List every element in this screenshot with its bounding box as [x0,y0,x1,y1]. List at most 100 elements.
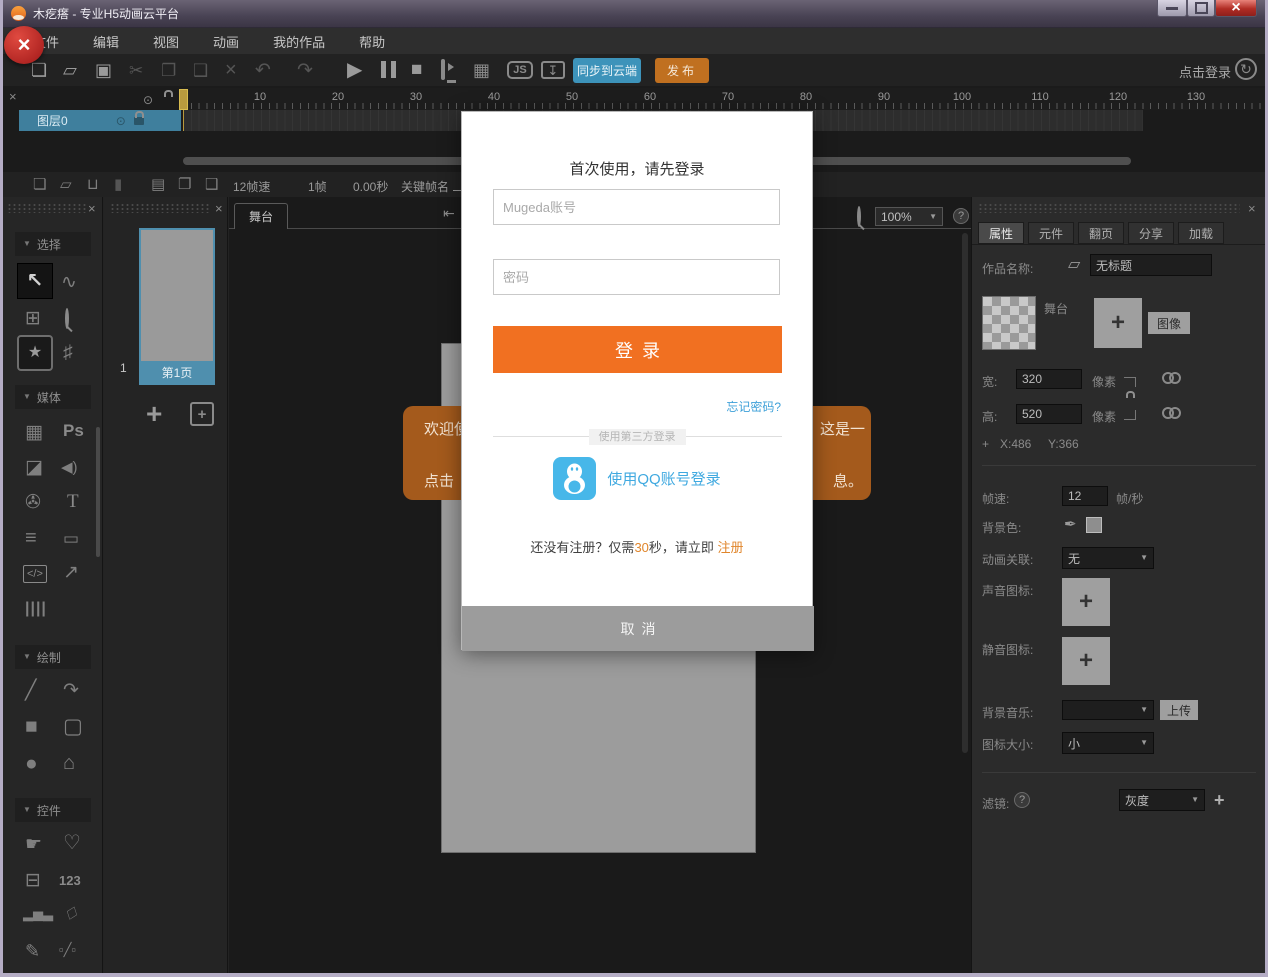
layer-row[interactable]: 图层0 ⊙ [19,110,181,131]
sync-to-cloud-button[interactable]: 同步到云端 [573,58,641,83]
like-heart-icon[interactable]: ♡ [63,833,81,853]
fit-width-icon[interactable]: ⇤ [443,206,455,220]
image-media-icon[interactable]: ◪ [25,458,43,477]
anim-link-select[interactable]: 无 ▼ [1062,547,1154,569]
save-icon[interactable]: ▣ [95,61,112,79]
zoom-level-select[interactable]: 100% ▼ [875,207,943,226]
layer-folder-icon[interactable]: ▱ [60,177,72,192]
audio-media-icon[interactable]: ◀) [61,460,78,475]
height-input[interactable]: 520 [1016,404,1082,424]
register-link[interactable]: 注册 [718,540,744,555]
open-folder-icon[interactable]: ▱ [63,61,77,79]
package-export-icon[interactable]: ↧ [541,61,565,79]
layer-lock-icon[interactable] [134,117,144,125]
section-select-header[interactable]: ▼ 选择 [15,232,91,256]
menu-item-view[interactable]: 视图 [153,32,179,51]
paste-icon[interactable]: ❑ [193,62,208,79]
layer-eye-icon[interactable]: ⊙ [116,114,126,128]
menu-item-my-works[interactable]: 我的作品 [273,32,325,51]
preview-monitor-icon[interactable] [441,59,445,80]
mask-tool[interactable]: ★ [17,335,53,371]
tab-share[interactable]: 分享 [1128,222,1174,244]
work-name-input[interactable] [1090,254,1212,276]
properties-drag-strip[interactable] [978,203,1240,213]
copy-frames-icon[interactable]: ❑ [205,177,218,192]
curve-tool-icon[interactable]: ↷ [63,681,79,700]
line-tool-icon[interactable]: ╱ [25,681,36,700]
bg-color-swatch[interactable] [1086,517,1102,533]
new-file-icon[interactable]: ❏ [31,61,47,79]
circle-tool-icon[interactable]: ● [25,753,38,774]
canvas-zoom-icon[interactable] [857,206,861,227]
timeline-ruler[interactable]: 10 20 30 40 50 60 70 80 90 100 110 120 1… [183,88,1265,110]
layers-eye-icon[interactable]: ⊙ [143,93,153,107]
chart-tool-icon[interactable]: ↗ [63,563,79,582]
delete-icon[interactable]: × [225,60,237,80]
mute-icon-add-button[interactable]: + [1062,637,1110,685]
pause-icon[interactable] [381,61,396,78]
qrcode-icon[interactable]: ▦ [473,61,490,79]
tab-loading[interactable]: 加载 [1178,222,1224,244]
pages-panel-drag-strip[interactable] [110,203,210,213]
work-folder-icon[interactable]: ▱ [1068,257,1080,273]
play-icon[interactable]: ▶ [347,60,362,80]
tab-components[interactable]: 元件 [1028,222,1074,244]
notification-close-badge[interactable]: × [4,26,44,64]
pages-panel-close-icon[interactable]: × [215,202,223,215]
components-grid-icon[interactable]: ▦ [25,423,43,442]
video-media-icon[interactable]: ✇ [25,493,41,512]
click-login-label[interactable]: 点击登录 [1179,62,1231,81]
rectangle-tool-icon[interactable]: ■ [25,716,38,737]
lasso-tool-icon[interactable]: ∿ [61,273,77,292]
cut-icon[interactable]: ✂ [129,62,143,79]
section-draw-header[interactable]: ▼ 绘制 [15,645,91,669]
filter-help-icon[interactable]: ? [1014,792,1030,808]
select-tool[interactable]: ↖ [17,263,53,299]
stop-icon[interactable]: ■ [411,60,422,79]
filter-select[interactable]: 灰度 ▼ [1119,789,1205,811]
insert-frame-icon[interactable]: ▤ [151,177,165,192]
guides-tool-icon[interactable]: ♯ [63,343,73,362]
paragraph-tool-icon[interactable]: ≡ [25,528,37,548]
code-embed-icon[interactable]: </> [23,565,47,583]
tools-panel-close-icon[interactable]: × [88,202,96,215]
minimize-button[interactable] [1157,0,1187,17]
counter-widget-icon[interactable]: 123 [59,873,81,888]
image-button[interactable]: 图像 [1148,312,1190,334]
tools-panel-drag-strip[interactable] [7,203,87,213]
tools-scrollbar[interactable] [96,427,100,557]
text-tool-icon[interactable]: T [67,491,79,513]
width-input[interactable]: 320 [1016,369,1082,389]
polygon-tool-icon[interactable]: ⌂ [63,753,75,773]
ranking-widget-icon[interactable]: ▂▅▃ [23,907,53,920]
new-layer-icon[interactable]: ❏ [33,177,46,192]
add-filter-button[interactable]: + [1214,790,1225,811]
duplicate-layer-icon[interactable]: ▮ [114,177,122,192]
close-button[interactable]: × [1215,0,1257,17]
qq-login-row[interactable]: 使用QQ账号登录 [462,457,812,500]
section-media-header[interactable]: ▼ 媒体 [15,385,91,409]
login-avatar-icon[interactable]: ↻ [1235,58,1257,80]
brush-widget-icon[interactable]: ✎ [25,942,40,960]
stage-bg-swatch[interactable] [982,296,1036,350]
forgot-password-link[interactable]: 忘记密码? [726,398,781,415]
password-input[interactable] [493,259,780,295]
board-tool-icon[interactable]: ▭ [63,530,79,547]
insert-keyframe-icon[interactable]: ❐ [178,177,191,192]
canvas-help-icon[interactable]: ? [953,208,969,224]
properties-close-icon[interactable]: × [1248,202,1256,215]
zoom-tool-icon[interactable] [65,308,69,329]
ticket-widget-icon[interactable]: ♢ [60,903,83,927]
sound-icon-add-button[interactable]: + [1062,578,1110,626]
js-export-icon[interactable]: JS [507,61,533,79]
photoshop-import-icon[interactable]: Ps [63,421,84,441]
paint-bucket-icon[interactable]: ✒ [1064,517,1077,532]
add-page-button[interactable]: + [146,400,162,428]
page-thumbnail[interactable]: 第1页 [139,228,215,385]
timeline-close-icon[interactable]: × [9,90,17,103]
barcode-tool-icon[interactable]: |||| [25,601,47,617]
form-widget-icon[interactable]: ⊟ [25,871,41,890]
rounded-rect-tool-icon[interactable]: ▢ [63,716,83,737]
interaction-hand-icon[interactable]: ☛ [25,835,42,854]
fps-indicator[interactable]: 12帧速 [233,178,270,195]
